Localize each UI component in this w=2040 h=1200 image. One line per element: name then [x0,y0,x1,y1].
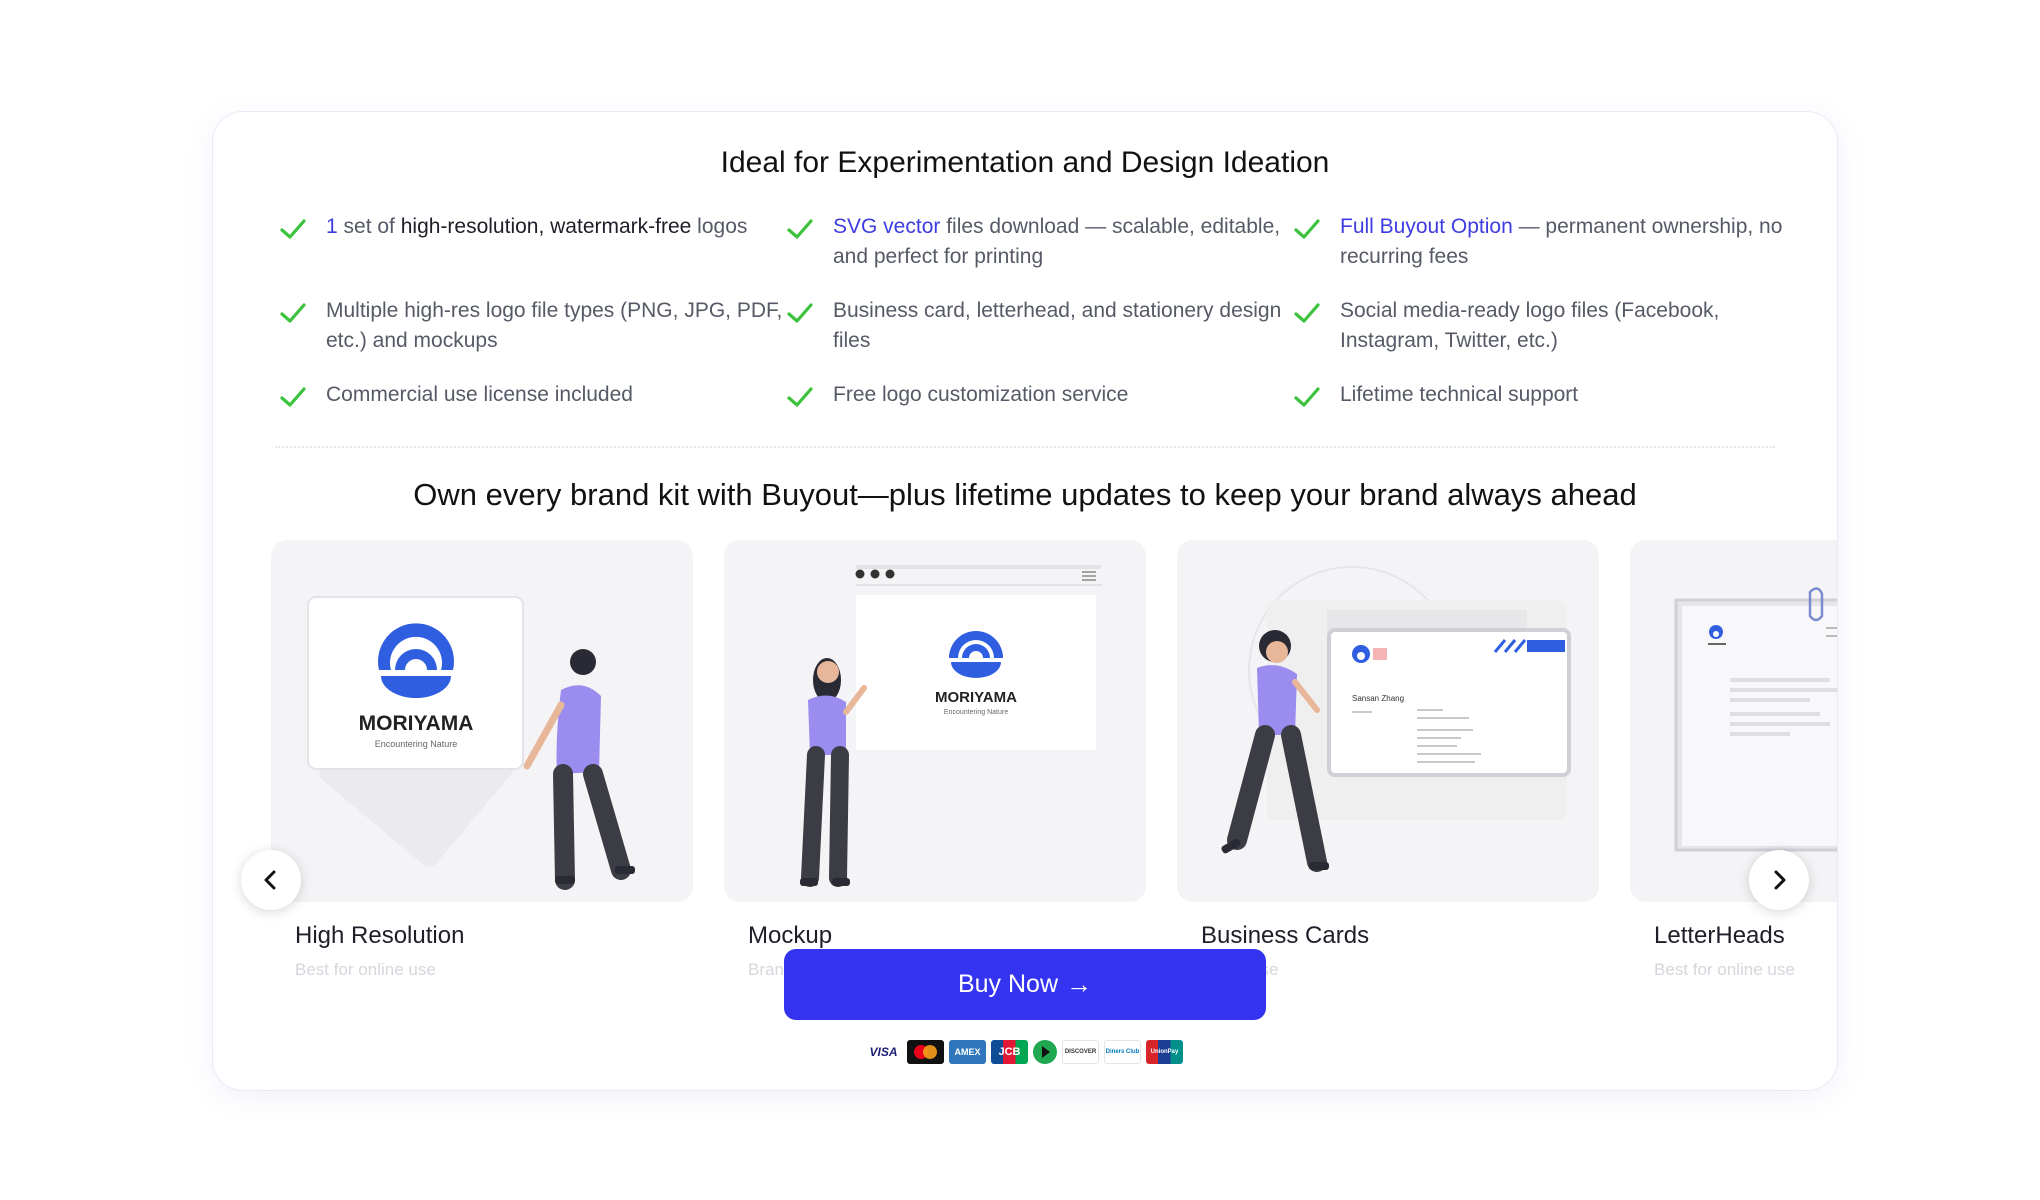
feature-item: SVG vector files download — scalable, ed… [785,212,1292,272]
feature-item: Full Buyout Option — permanent ownership… [1292,212,1788,272]
chevron-right-icon [1774,870,1786,890]
feature-text: Lifetime technical support [1340,383,1579,406]
check-icon [787,387,813,407]
feature-text: Free logo customization service [833,383,1129,406]
slide-illustration: Sansan Zhang [1177,540,1599,902]
check-icon [280,387,306,407]
check-icon [280,303,306,323]
svg-text:MORIYAMA: MORIYAMA [359,712,474,735]
visa-icon: VISA [865,1040,902,1064]
slide-subtitle: Best for online use [295,960,436,979]
jcb-icon: JCB [991,1040,1028,1064]
amex-icon: AMEX [949,1040,986,1064]
discover-icon: DISCOVER [1062,1040,1099,1064]
feature-item: Business card, letterhead, and stationer… [785,296,1292,356]
feature-item: Multiple high-res logo file types (PNG, … [278,296,785,356]
slide-title: Mockup [748,922,833,949]
feature-list: 1 set of high-resolution, watermark-free… [278,212,1788,412]
slide-illustration: MORIYAMA Encountering Nature [724,540,1146,902]
check-icon [787,303,813,323]
carousel-prev-button[interactable] [241,850,301,910]
feature-text: Social media-ready logo files (Facebook,… [1340,299,1720,352]
feature-text: Full Buyout Option — permanent ownership… [1340,215,1783,268]
carousel-slide[interactable]: LetterHeads Best for online use [1630,540,1837,980]
feature-text: SVG vector files download — scalable, ed… [833,215,1281,268]
carousel-slide[interactable]: MORIYAMA Encountering Nature High Resolu… [271,540,693,980]
feature-text: Business card, letterhead, and stationer… [833,299,1282,352]
buy-now-button[interactable]: Buy Now → [784,949,1266,1020]
pricing-card: Ideal for Experimentation and Design Ide… [213,112,1837,1090]
carousel-next-button[interactable] [1749,850,1809,910]
play-icon [1033,1040,1057,1064]
feature-text: 1 set of high-resolution, watermark-free… [326,215,748,238]
check-icon [280,219,306,239]
feature-item: Commercial use license included [278,380,785,412]
brand-kit-carousel[interactable]: MORIYAMA Encountering Nature High Resolu… [271,540,1837,1000]
payment-methods: VISA AMEX JCB DISCOVER Diners Club Union… [865,1040,1183,1064]
check-icon [1294,219,1320,239]
feature-text: Commercial use license included [326,383,633,406]
diners-club-icon: Diners Club [1104,1040,1141,1064]
slide-subtitle: Best for online use [1654,960,1795,979]
check-icon [1294,387,1320,407]
feature-item: 1 set of high-resolution, watermark-free… [278,212,785,272]
arrow-right-icon: → [1066,969,1093,999]
slide-title: Business Cards [1201,922,1370,949]
section-subtitle: Own every brand kit with Buyout—plus lif… [413,477,1637,512]
section-title: Ideal for Experimentation and Design Ide… [720,146,1330,179]
svg-text:Sansan Zhang: Sansan Zhang [1352,694,1404,703]
slide-title: LetterHeads [1654,922,1785,949]
slide-illustration: MORIYAMA Encountering Nature [271,540,693,902]
slide-illustration [1630,540,1837,902]
mastercard-icon [907,1040,944,1064]
check-icon [787,219,813,239]
feature-item: Free logo customization service [785,380,1292,412]
buy-now-label: Buy Now [957,970,1059,998]
svg-text:Encountering Nature: Encountering Nature [944,709,1008,716]
feature-item: Social media-ready logo files (Facebook,… [1292,296,1788,356]
svg-text:Encountering Nature: Encountering Nature [375,739,458,749]
feature-item: Lifetime technical support [1292,380,1788,412]
svg-text:MORIYAMA: MORIYAMA [935,689,1017,706]
unionpay-icon: UnionPay [1146,1040,1183,1064]
slide-title: High Resolution [295,922,465,949]
check-icon [1294,303,1320,323]
feature-text: Multiple high-res logo file types (PNG, … [326,299,783,352]
carousel-slide[interactable]: MORIYAMA Encountering Nature Mockup Bran [724,540,1146,980]
carousel-slide[interactable]: Sansan Zhang Business Cards online use [1177,540,1599,980]
section-divider [275,446,1775,448]
chevron-left-icon [264,870,276,890]
